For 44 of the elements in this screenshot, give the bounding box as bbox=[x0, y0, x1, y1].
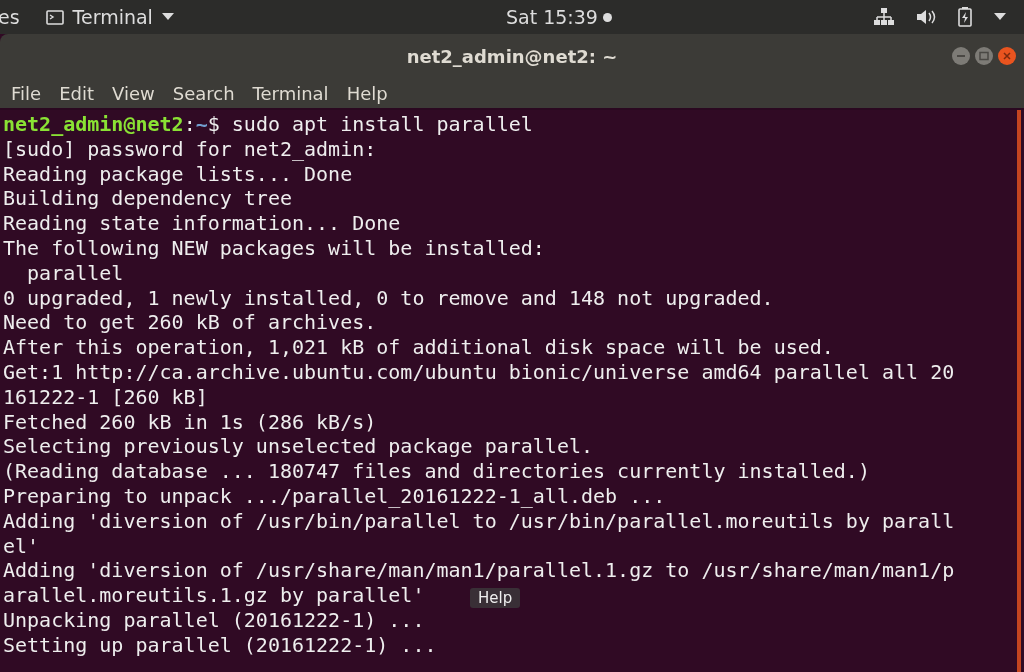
output-line: Reading state information... Done bbox=[3, 211, 401, 236]
terminal-icon bbox=[45, 9, 64, 25]
volume-icon[interactable] bbox=[916, 9, 936, 25]
output-line: Reading package lists... Done bbox=[3, 161, 353, 186]
output-line: Need to get 260 kB of archives. bbox=[3, 310, 377, 335]
menu-item[interactable]: File bbox=[2, 82, 51, 104]
output-line: 0 upgraded, 1 newly installed, 0 to remove and 148 not upgraded. bbox=[3, 285, 774, 310]
caret-icon[interactable] bbox=[994, 13, 1006, 21]
output-line: The following NEW packages will be installed: bbox=[3, 236, 545, 260]
prompt-path: ~ bbox=[195, 112, 208, 136]
tooltip: Help bbox=[470, 588, 521, 608]
output-line: Building dependency tree bbox=[3, 186, 292, 211]
menu-item[interactable]: View bbox=[103, 82, 164, 104]
caret-icon bbox=[161, 13, 174, 21]
output-line: After this operation, 1,021 kB of additional disk space will be used. bbox=[3, 335, 834, 360]
output-line: Adding 'diversion of /usr/bin/parallel to /usr/bin/parallel.moreutils by parall bbox=[3, 508, 955, 533]
output-line: Selecting previously unselected package parallel. bbox=[3, 434, 593, 459]
output-line: Unpacking parallel (20161222-1) ... bbox=[3, 607, 425, 632]
output-line: Setting up parallel (20161222-1) ... bbox=[3, 632, 437, 657]
network-icon[interactable] bbox=[874, 8, 894, 26]
output-line: parallel bbox=[26, 260, 124, 285]
output-line: Preparing to unpack .../parallel_20161222-1_all.deb ... bbox=[3, 483, 666, 508]
output-line: Adding 'diversion of /usr/share/man/man1/parallel.1.gz to /usr/share/man/man1/p bbox=[3, 558, 955, 583]
window-title: net2_admin@net2: ~ bbox=[406, 45, 618, 67]
prompt-user-host: net2_admin@net2 bbox=[3, 112, 184, 136]
output-line: [sudo] password for net2_admin: bbox=[3, 136, 377, 161]
output-line: arallel.moreutils.1.gz by parallel' bbox=[3, 583, 425, 608]
output-line: 161222-1 [260 kB] bbox=[3, 384, 208, 409]
output-line: (Reading database ... 180747 files and directories currently installed.) bbox=[3, 459, 870, 484]
menu-item[interactable]: Terminal bbox=[243, 82, 338, 104]
maximize-button[interactable] bbox=[975, 47, 993, 65]
output-line: Fetched 260 kB in 1s (286 kB/s) bbox=[3, 409, 377, 434]
battery-icon[interactable] bbox=[958, 7, 972, 27]
command-text: $ sudo apt install parallel bbox=[207, 112, 533, 136]
clock[interactable]: Sat 15:39 bbox=[505, 6, 598, 28]
close-button[interactable] bbox=[998, 47, 1016, 65]
menu-item[interactable]: Search bbox=[163, 82, 244, 104]
output-line: el' bbox=[3, 533, 40, 558]
menu-item[interactable]: Edit bbox=[50, 82, 103, 104]
app-menu[interactable]: Terminal bbox=[45, 6, 174, 28]
menu-item[interactable]: Help bbox=[337, 82, 397, 104]
prompt-separator: : bbox=[183, 112, 196, 136]
output-line: Get:1 http://ca.archive.ubuntu.com/ubuntu bionic/universe amd64 parallel all 20 bbox=[3, 359, 955, 384]
minimize-button[interactable] bbox=[952, 47, 970, 65]
